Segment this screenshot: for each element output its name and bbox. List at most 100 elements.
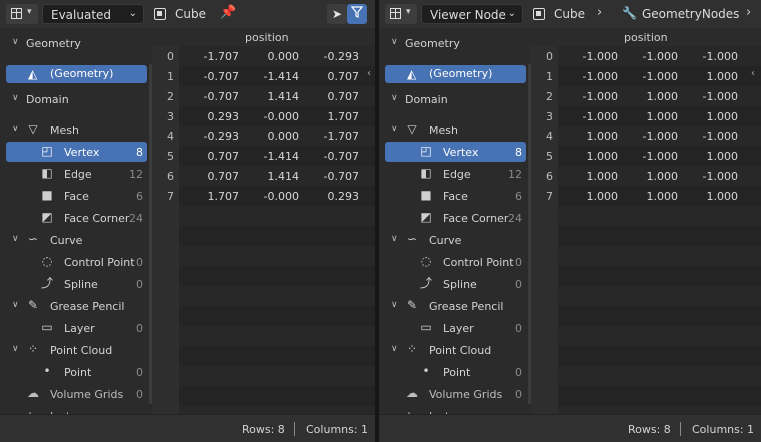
domain-item-point[interactable]: • Point 0: [385, 362, 526, 382]
domain-item-spline[interactable]: ⤴ Spline 0: [385, 274, 526, 294]
object-name[interactable]: Cube: [175, 7, 206, 21]
chevron-down-icon[interactable]: ∨: [12, 124, 19, 134]
domain-item-spline[interactable]: ⤴ Spline 0: [6, 274, 147, 294]
empty-row: [558, 346, 761, 366]
domain-item-volume-grids[interactable]: ☁ Volume Grids 0: [6, 384, 147, 404]
empty-row: [558, 386, 761, 406]
domain-item-instances[interactable]: ⊾Instances: [6, 406, 147, 414]
empty-row: [558, 326, 761, 346]
domain-item-label: Grease Pencil: [429, 300, 504, 313]
editor-type-button[interactable]: ▾: [385, 4, 417, 24]
filter-toggle[interactable]: [347, 4, 367, 24]
geometry-section-header[interactable]: ∨ Geometry: [379, 34, 531, 54]
table-cell: 1.000: [586, 150, 619, 163]
domain-item-vertex[interactable]: ◰ Vertex 8: [385, 142, 526, 162]
geometry-item[interactable]: ◭ (Geometry): [385, 65, 526, 83]
domain-item-point-cloud[interactable]: ∨ ⁘ Point Cloud: [6, 340, 147, 360]
domain-item-count: 0: [136, 366, 143, 379]
domain-item-edge[interactable]: ◧ Edge 12: [385, 164, 526, 184]
empty-row: [558, 306, 761, 326]
chevron-down-icon[interactable]: ∨: [12, 234, 19, 244]
evaluation-mode-dropdown[interactable]: Evaluated ⌄: [42, 4, 144, 24]
object-name[interactable]: Cube: [554, 7, 585, 21]
domain-item-mesh[interactable]: ∨ ▽ Mesh: [385, 120, 526, 140]
domain-item-count: 0: [515, 278, 522, 291]
domain-item-instances[interactable]: ⊾Instances: [385, 406, 526, 414]
vertex-icon: ◰: [41, 144, 53, 158]
domain-section-header[interactable]: ∨ Domain: [379, 90, 531, 110]
domain-item-face-corner[interactable]: ◩ Face Corner 24: [6, 208, 147, 228]
header: ▾ Viewer Node ⌄ Cube › 🔧 GeometryNodes ›: [379, 0, 761, 29]
table-cell: -1.414: [263, 150, 299, 163]
object-icon: [154, 8, 166, 20]
grease-pencil-icon: ✎: [406, 298, 418, 312]
chevron-right-icon: ›: [597, 5, 603, 20]
empty-row: [558, 366, 761, 386]
domain-item-curve[interactable]: ∨ ∽ Curve: [6, 230, 147, 250]
domain-item-label: Face: [443, 190, 468, 203]
modifier-name[interactable]: GeometryNodes: [642, 7, 739, 21]
domain-item-edge[interactable]: ◧ Edge 12: [6, 164, 147, 184]
domain-item-point[interactable]: • Point 0: [6, 362, 147, 382]
chevron-left-icon[interactable]: ‹: [367, 68, 371, 79]
table-cell: -1.000: [642, 150, 678, 163]
domain-item-label: Vertex: [443, 146, 479, 159]
domain-item-layer[interactable]: ▭ Layer 0: [6, 318, 147, 338]
domain-item-layer[interactable]: ▭ Layer 0: [385, 318, 526, 338]
domain-item-grease-pencil[interactable]: ∨ ✎ Grease Pencil: [6, 296, 147, 316]
chevron-down-icon[interactable]: ∨: [12, 344, 19, 354]
geometry-icon: ◭: [28, 67, 38, 81]
column-header-position[interactable]: position: [245, 31, 289, 44]
domain-item-control-point[interactable]: ◌ Control Point 0: [6, 252, 147, 272]
domain-item-label: Curve: [50, 234, 83, 247]
table-cell: 0.000: [267, 50, 300, 63]
domain-item-label: Face: [64, 190, 89, 203]
table-row: 1.000 1.000 1.000: [558, 186, 761, 206]
chevron-down-icon[interactable]: ∨: [391, 300, 398, 310]
domain-item-label: Spline: [443, 278, 477, 291]
selected-only-toggle[interactable]: ➤: [327, 4, 347, 24]
domain-section-header[interactable]: ∨ Domain: [0, 90, 152, 110]
chevron-down-icon[interactable]: ∨: [12, 300, 19, 310]
domain-item-count: 6: [136, 190, 143, 203]
empty-row: [179, 306, 375, 326]
table-row: -0.707 1.414 0.707: [179, 86, 375, 106]
mesh-icon: ▽: [407, 122, 417, 136]
status-footer: Rows: 8 Columns: 1: [0, 414, 375, 442]
domain-item-face-corner[interactable]: ◩ Face Corner 24: [385, 208, 526, 228]
domain-item-face[interactable]: ■ Face 6: [6, 186, 147, 206]
pin-icon[interactable]: 📌: [220, 5, 236, 20]
rows-count: Rows: 8: [242, 423, 285, 436]
dataset-tree: ∨ Geometry ◭ (Geometry) ∨ Domain ∨ ▽ Mesh ◰…: [0, 28, 152, 414]
row-index: 3: [546, 110, 553, 123]
chevron-down-icon[interactable]: ∨: [391, 344, 398, 354]
editor-type-button[interactable]: ▾: [6, 4, 38, 24]
chevron-left-icon[interactable]: ‹: [751, 68, 755, 79]
domain-item-mesh[interactable]: ∨ ▽ Mesh: [6, 120, 147, 140]
table-cell: -0.707: [203, 90, 239, 103]
domain-item-curve[interactable]: ∨ ∽ Curve: [385, 230, 526, 250]
chevron-down-icon[interactable]: ∨: [391, 124, 398, 134]
row-index-column: 0 1 2 3 4 5 6 7: [152, 46, 179, 414]
table-row: 0.707 -1.414 -0.707: [179, 146, 375, 166]
geometry-section-header[interactable]: ∨ Geometry: [0, 34, 152, 54]
row-index: 1: [546, 70, 553, 83]
point-cloud-icon: ⁘: [27, 342, 39, 356]
domain-item-grease-pencil[interactable]: ∨ ✎ Grease Pencil: [385, 296, 526, 316]
chevron-down-icon[interactable]: ∨: [391, 234, 398, 244]
row-index: 6: [546, 170, 553, 183]
geometry-item[interactable]: ◭ (Geometry): [6, 65, 147, 83]
domain-item-control-point[interactable]: ◌ Control Point 0: [385, 252, 526, 272]
column-header-position[interactable]: position: [624, 31, 668, 44]
domain-item-point-cloud[interactable]: ∨ ⁘ Point Cloud: [385, 340, 526, 360]
domain-item-volume-grids[interactable]: ☁ Volume Grids 0: [385, 384, 526, 404]
status-footer: Rows: 8 Columns: 1: [379, 414, 761, 442]
section-label: Geometry: [26, 37, 81, 50]
table-cell: 0.000: [267, 130, 300, 143]
domain-item-vertex[interactable]: ◰ Vertex 8: [6, 142, 147, 162]
evaluation-mode-dropdown[interactable]: Viewer Node ⌄: [421, 4, 523, 24]
table-cell: 1.000: [706, 110, 739, 123]
chevron-down-icon: ∨: [12, 93, 19, 103]
empty-row: [558, 246, 761, 266]
domain-item-face[interactable]: ■ Face 6: [385, 186, 526, 206]
